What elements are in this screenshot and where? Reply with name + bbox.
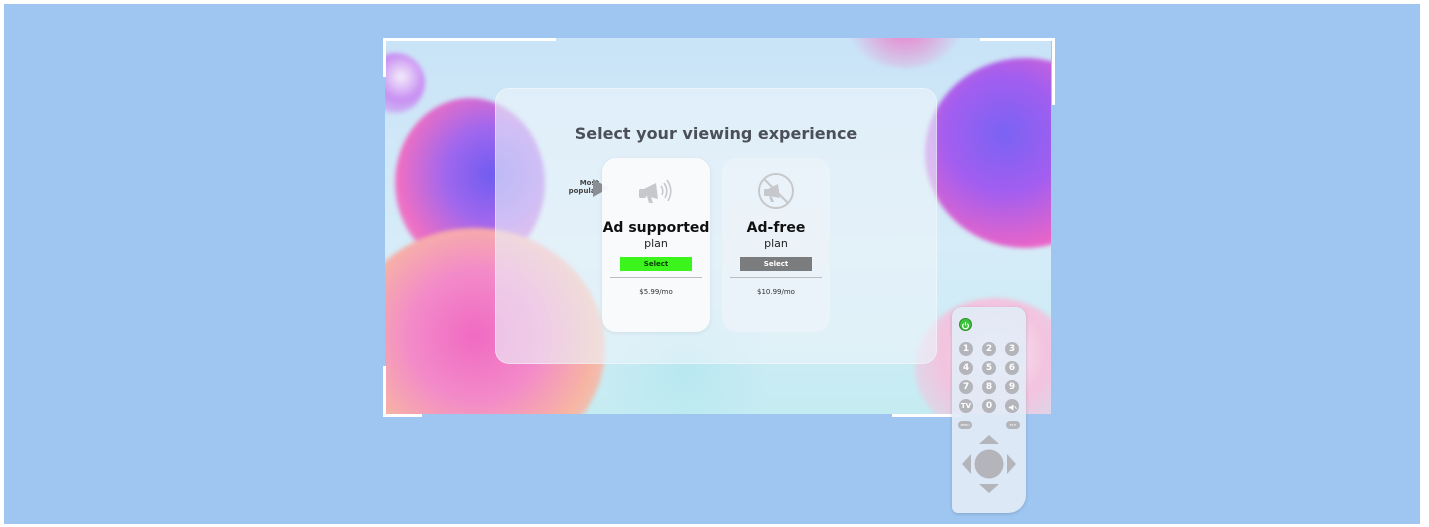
megaphone-icon <box>639 179 672 203</box>
plan-subtitle: plan <box>764 237 788 250</box>
screen-frame-corner <box>383 366 422 417</box>
plan-price: $10.99/mo <box>757 288 795 296</box>
ok-button[interactable] <box>974 449 1004 479</box>
remote-control: 1 2 3 4 5 6 7 8 9 TV 0 MENU EXIT <box>952 307 1026 513</box>
plan-selection-panel: Select your viewing experience Most popu… <box>495 88 937 364</box>
remote-key-2[interactable]: 2 <box>982 342 996 356</box>
right-arrow-icon[interactable] <box>1007 454 1016 474</box>
remote-exit-button[interactable]: EXIT <box>1006 421 1020 429</box>
remote-key-8[interactable]: 8 <box>982 380 996 394</box>
screen-frame-corner <box>383 38 556 77</box>
remote-key-4[interactable]: 4 <box>959 361 973 375</box>
no-ads-icon <box>758 173 794 209</box>
remote-key-5[interactable]: 5 <box>982 361 996 375</box>
page-title: Select your viewing experience <box>574 124 858 143</box>
up-arrow-icon[interactable] <box>979 435 999 444</box>
remote-menu-button[interactable]: MENU <box>958 421 972 429</box>
mute-icon[interactable] <box>1005 399 1019 413</box>
plan-card-ad-supported[interactable]: Ad supported plan Select $5.99/mo <box>602 158 710 332</box>
card-divider <box>730 277 822 278</box>
stage-background: Select your viewing experience Most popu… <box>4 4 1420 524</box>
plan-price: $5.99/mo <box>639 288 673 296</box>
remote-key-6[interactable]: 6 <box>1005 361 1019 375</box>
background-blob <box>845 38 965 68</box>
remote-key-3[interactable]: 3 <box>1005 342 1019 356</box>
card-divider <box>610 277 702 278</box>
down-arrow-icon[interactable] <box>979 484 999 493</box>
left-arrow-icon[interactable] <box>962 454 971 474</box>
plan-name: Ad-free <box>746 220 806 236</box>
power-icon[interactable] <box>959 318 972 331</box>
remote-key-0[interactable]: 0 <box>982 399 996 413</box>
plan-subtitle: plan <box>644 237 668 250</box>
plan-name: Ad supported <box>602 220 710 236</box>
remote-tv-button[interactable]: TV <box>959 399 973 413</box>
remote-key-7[interactable]: 7 <box>959 380 973 394</box>
remote-key-1[interactable]: 1 <box>959 342 973 356</box>
screen-frame-corner <box>980 38 1055 105</box>
select-ad-free-button[interactable]: Select <box>740 257 812 271</box>
dpad-control <box>962 435 1016 493</box>
remote-key-9[interactable]: 9 <box>1005 380 1019 394</box>
plan-card-ad-free[interactable]: Ad-free plan Select $10.99/mo <box>722 158 830 332</box>
select-ad-supported-button[interactable]: Select <box>620 257 692 271</box>
